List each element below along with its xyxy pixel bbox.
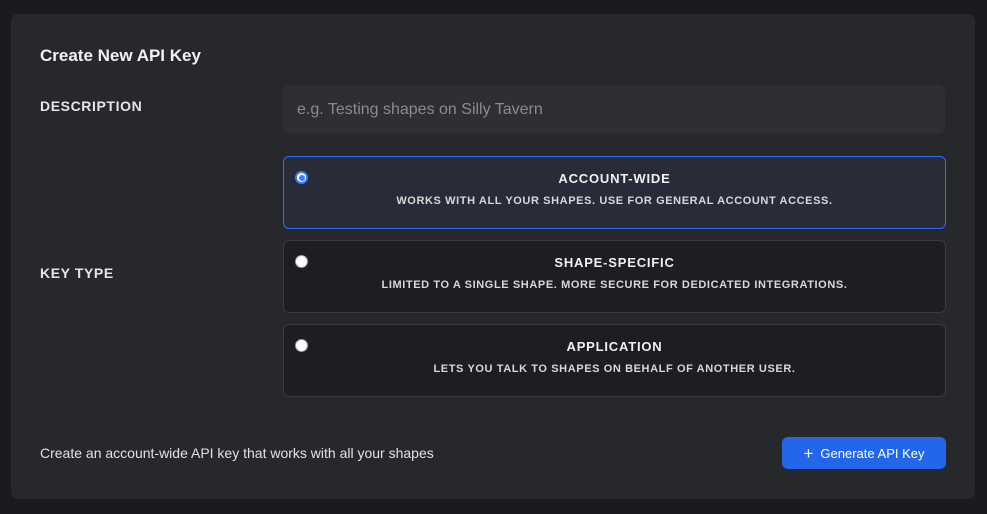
generate-button-label: Generate API Key [820,445,925,461]
option-subtitle: LIMITED TO A SINGLE SHAPE. MORE SECURE F… [381,279,848,291]
key-type-label: KEY TYPE [40,265,114,281]
key-type-option-shape-specific[interactable]: SHAPE-SPECIFIC LIMITED TO A SINGLE SHAPE… [283,240,946,313]
description-label: DESCRIPTION [40,98,143,114]
create-api-key-panel: Create New API Key DESCRIPTION KEY TYPE … [11,14,975,499]
description-input[interactable] [283,85,945,134]
option-title: SHAPE-SPECIFIC [554,255,675,270]
key-type-option-application[interactable]: APPLICATION LETS YOU TALK TO SHAPES ON B… [283,324,946,397]
generate-api-key-button[interactable]: + Generate API Key [782,437,946,469]
option-title: APPLICATION [566,339,663,354]
panel-title: Create New API Key [40,46,201,65]
option-subtitle: LETS YOU TALK TO SHAPES ON BEHALF OF ANO… [433,363,796,375]
footer-hint: Create an account-wide API key that work… [40,445,434,461]
plus-icon: + [803,443,814,463]
key-type-option-account-wide[interactable]: ACCOUNT-WIDE WORKS WITH ALL YOUR SHAPES.… [283,156,946,229]
option-title: ACCOUNT-WIDE [558,171,671,186]
option-subtitle: WORKS WITH ALL YOUR SHAPES. USE FOR GENE… [396,195,833,207]
